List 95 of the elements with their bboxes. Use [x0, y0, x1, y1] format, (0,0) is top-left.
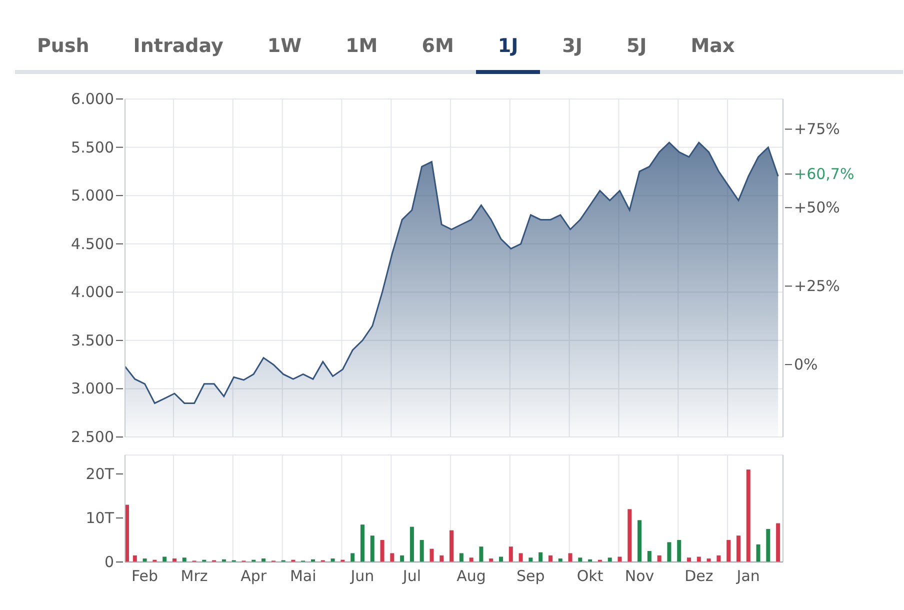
tick-label: +75% [794, 120, 840, 138]
month-label: Jun [350, 567, 374, 585]
volume-bar [291, 560, 296, 562]
volume-bar [667, 542, 672, 562]
volume-bar [538, 552, 543, 562]
range-tab[interactable]: 1W [245, 22, 324, 74]
volume-bar [450, 530, 454, 562]
volume-bar [499, 556, 503, 562]
volume-bar [370, 536, 374, 562]
tick-label: 20T [86, 464, 114, 483]
volume-bar [558, 558, 562, 562]
volume-bar [628, 509, 632, 562]
volume-bar [489, 558, 494, 562]
volume-bar [420, 540, 424, 562]
month-label: Mrz [180, 567, 208, 585]
volume-bar [132, 555, 137, 562]
volume-bar [330, 558, 335, 562]
range-tab[interactable]: Max [668, 22, 757, 74]
volume-bar [400, 555, 404, 562]
volume-bar [360, 524, 364, 562]
range-tab[interactable]: Push [15, 22, 112, 74]
volume-bar [588, 559, 592, 562]
range-tab[interactable]: Intraday [111, 22, 246, 74]
volume-bar [618, 556, 622, 562]
volume-bar [440, 555, 444, 562]
tick-label: 2.500 [71, 428, 114, 446]
volume-bar [350, 553, 355, 562]
volume-bar [677, 540, 682, 562]
month-label: Jan [736, 567, 760, 585]
month-label: Dez [684, 567, 714, 585]
volume-bar [311, 559, 315, 562]
current-change-label: +60,7% [794, 165, 854, 184]
volume-bar [776, 523, 780, 562]
tick-label: +25% [794, 277, 840, 296]
volume-bar [125, 504, 129, 562]
volume-bar [578, 558, 582, 562]
volume-bar [568, 553, 572, 562]
tick-label: 3.500 [71, 331, 114, 350]
volume-bar [380, 540, 384, 562]
tick-label: 0 [104, 553, 114, 571]
volume-bar [152, 560, 157, 562]
volume-bar [390, 553, 394, 562]
volume-bar [647, 551, 652, 562]
volume-bar [262, 558, 266, 562]
range-tab[interactable]: 5J [604, 22, 669, 74]
month-label: Aug [456, 567, 486, 585]
volume-bar [340, 560, 345, 562]
volume-bar [479, 546, 484, 562]
volume-bar [548, 555, 552, 562]
volume-bar [518, 553, 523, 562]
volume-bar [696, 556, 701, 562]
month-label: Mai [290, 567, 316, 585]
month-label: Apr [240, 567, 267, 585]
tick-label: 6.000 [71, 90, 114, 108]
tick-label: 4.000 [71, 283, 114, 302]
volume-bar [508, 546, 513, 562]
month-label: Jul [402, 567, 421, 585]
tick-label: +50% [794, 198, 840, 217]
volume-bar [687, 558, 691, 562]
tick-label: 5.000 [71, 186, 114, 205]
volume-bar [657, 555, 662, 562]
volume-bar [469, 558, 474, 562]
volume-bar [459, 553, 464, 562]
volume-bar [528, 558, 533, 562]
volume-bar [608, 558, 612, 562]
volume-bar [202, 560, 206, 562]
volume-bar [172, 558, 176, 562]
volume-bar [706, 558, 711, 562]
volume-bar [726, 540, 731, 562]
month-label: Sep [516, 567, 545, 585]
volume-bar [430, 548, 434, 562]
volume-bar [736, 536, 740, 562]
volume-bar [766, 528, 770, 562]
range-tab[interactable]: 1M [324, 22, 400, 74]
tick-label: 10T [86, 508, 114, 527]
volume-bar [598, 560, 602, 562]
volume-bar [182, 558, 186, 562]
month-label: Okt [576, 567, 604, 585]
volume-bar [410, 526, 414, 562]
tick-label: 3.000 [71, 380, 114, 398]
range-tab[interactable]: 1J [476, 22, 540, 74]
volume-bar [756, 544, 760, 562]
range-tab[interactable]: 6M [400, 22, 476, 74]
volume-bar [638, 520, 642, 562]
volume-bar [716, 555, 721, 562]
tick-label: 5.500 [71, 138, 114, 156]
volume-bar [142, 558, 147, 562]
range-tab[interactable]: 3J [540, 22, 604, 74]
volume-bar [162, 556, 167, 562]
volume-bar [252, 560, 256, 562]
tick-label: 4.500 [71, 234, 114, 253]
month-label: Nov [624, 567, 654, 585]
volume-bar [222, 559, 226, 562]
month-label: Feb [132, 567, 158, 585]
tick-label: 0% [794, 356, 818, 374]
